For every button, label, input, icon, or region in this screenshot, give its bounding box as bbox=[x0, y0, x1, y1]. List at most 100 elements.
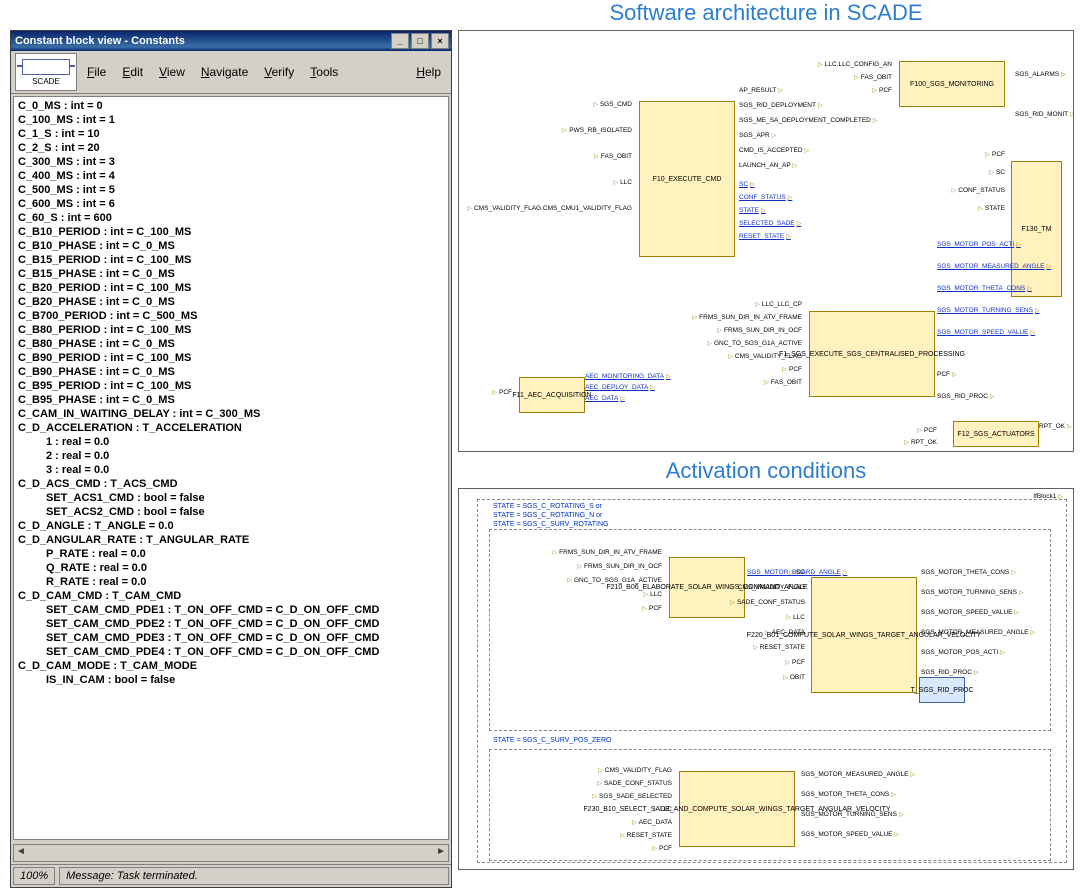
signal-label: AEC_MONITORING_DATA bbox=[585, 373, 671, 380]
constant-line[interactable]: C_600_MS : int = 6 bbox=[18, 197, 444, 211]
constant-line[interactable]: C_2_S : int = 20 bbox=[18, 141, 444, 155]
constant-line[interactable]: C_500_MS : int = 5 bbox=[18, 183, 444, 197]
signal-label: SGS_MOTOR_TURNING_SENS bbox=[921, 589, 1024, 596]
constant-line[interactable]: SET_CAM_CMD_PDE3 : T_ON_OFF_CMD = C_D_ON… bbox=[18, 631, 444, 645]
signal-label: PCF bbox=[872, 87, 894, 94]
signal-label: SGS_MOTOR_POS_ACTI bbox=[937, 241, 1021, 248]
signal-label: AEC_DEPLOY_DATA bbox=[585, 384, 655, 391]
signal-label: CONF_STATUS bbox=[952, 187, 1007, 194]
constant-line[interactable]: C_100_MS : int = 1 bbox=[18, 113, 444, 127]
constant-line[interactable]: 2 : real = 0.0 bbox=[18, 449, 444, 463]
menu-verify[interactable]: Verify bbox=[258, 65, 300, 79]
constant-line[interactable]: C_400_MS : int = 4 bbox=[18, 169, 444, 183]
constant-line[interactable]: SET_ACS2_CMD : bool = false bbox=[18, 505, 444, 519]
constant-line[interactable]: C_B15_PERIOD : int = C_100_MS bbox=[18, 253, 444, 267]
signal-label: PCF bbox=[917, 427, 939, 434]
signal-label: PCF bbox=[492, 389, 514, 396]
menu-help[interactable]: Help bbox=[410, 65, 447, 79]
signal-label: SGS_RID_PROC bbox=[937, 393, 995, 400]
signal-label: SC bbox=[739, 181, 755, 188]
node-f100[interactable]: F100_SGS_MONITORING bbox=[899, 61, 1005, 107]
menu-file[interactable]: File bbox=[81, 65, 112, 79]
menu-view[interactable]: View bbox=[153, 65, 191, 79]
constant-line[interactable]: C_D_CAM_CMD : T_CAM_CMD bbox=[18, 589, 444, 603]
menubar: SCADE File Edit View Navigate Verify Too… bbox=[11, 51, 451, 94]
constant-line[interactable]: C_B20_PHASE : int = C_0_MS bbox=[18, 295, 444, 309]
signal-label: FAS_OBIT bbox=[854, 74, 894, 81]
constant-line[interactable]: Q_RATE : real = 0.0 bbox=[18, 561, 444, 575]
constant-line[interactable]: C_D_ACCELERATION : T_ACCELERATION bbox=[18, 421, 444, 435]
activation-diagram[interactable]: IfBlock1 F210_B06_ELABORATE_SOLAR_WINGS_… bbox=[458, 488, 1074, 870]
constant-line[interactable]: C_D_ANGLE : T_ANGLE = 0.0 bbox=[18, 519, 444, 533]
constants-list[interactable]: C_0_MS : int = 0C_100_MS : int = 1C_1_S … bbox=[13, 96, 449, 840]
signal-label: LLC bbox=[643, 591, 664, 598]
maximize-button[interactable]: □ bbox=[411, 33, 429, 49]
constant-line[interactable]: 3 : real = 0.0 bbox=[18, 463, 444, 477]
window-title: Constant block view - Constants bbox=[15, 35, 389, 47]
constant-line[interactable]: C_B90_PHASE : int = C_0_MS bbox=[18, 365, 444, 379]
signal-label: GNC_TO_SGS_G1A_ACTIVE bbox=[567, 577, 664, 584]
signal-label: AEC_DATA bbox=[585, 395, 625, 402]
constant-line[interactable]: C_0_MS : int = 0 bbox=[18, 99, 444, 113]
constant-line[interactable]: C_D_ACS_CMD : T_ACS_CMD bbox=[18, 477, 444, 491]
constant-line[interactable]: C_300_MS : int = 3 bbox=[18, 155, 444, 169]
node-f130[interactable]: F130_TM bbox=[1011, 161, 1062, 297]
constant-line[interactable]: C_B95_PHASE : int = C_0_MS bbox=[18, 393, 444, 407]
signal-label: AEC_DATA bbox=[765, 629, 807, 636]
signal-label: SGS_MOTOR_MEASURED_ANGLE bbox=[937, 263, 1051, 270]
constant-line[interactable]: C_B700_PERIOD : int = C_500_MS bbox=[18, 309, 444, 323]
constant-line[interactable]: SET_ACS1_CMD : bool = false bbox=[18, 491, 444, 505]
signal-label: CMS_VALIDITY_FLAG bbox=[598, 767, 674, 774]
panel-label: IfBlock1 bbox=[1033, 493, 1063, 500]
constants-window: Constant block view - Constants _ □ × SC… bbox=[10, 30, 452, 888]
constant-line[interactable]: R_RATE : real = 0.0 bbox=[18, 575, 444, 589]
constant-line[interactable]: C_B95_PERIOD : int = C_100_MS bbox=[18, 379, 444, 393]
constant-line[interactable]: C_B80_PHASE : int = C_0_MS bbox=[18, 337, 444, 351]
constant-line[interactable]: P_RATE : real = 0.0 bbox=[18, 547, 444, 561]
constant-line[interactable]: SET_CAM_CMD_PDE4 : T_ON_OFF_CMD = C_D_ON… bbox=[18, 645, 444, 659]
signal-label: SGS_MOTOR_POS_ACTI bbox=[921, 649, 1005, 656]
menu-navigate[interactable]: Navigate bbox=[195, 65, 254, 79]
diagrams-pane: Software architecture in SCADE F10_EXECU… bbox=[452, 0, 1080, 888]
constant-line[interactable]: C_B10_PHASE : int = C_0_MS bbox=[18, 239, 444, 253]
signal-label: FRMS_SUN_DIR_IN_OCF bbox=[717, 327, 804, 334]
close-button[interactable]: × bbox=[431, 33, 449, 49]
signal-label: SGS_RID_DEPLOYMENT bbox=[739, 102, 823, 109]
minimize-button[interactable]: _ bbox=[391, 33, 409, 49]
constant-line[interactable]: C_D_ANGULAR_RATE : T_ANGULAR_RATE bbox=[18, 533, 444, 547]
constant-line[interactable]: C_D_CAM_MODE : T_CAM_MODE bbox=[18, 659, 444, 673]
constant-line[interactable]: C_B10_PERIOD : int = C_100_MS bbox=[18, 225, 444, 239]
node-f12[interactable]: F12_SGS_ACTUATORS bbox=[953, 421, 1039, 447]
node-f230[interactable]: F230_B10_SELECT_SADE_AND_COMPUTE_SOLAR_W… bbox=[679, 771, 795, 847]
signal-label: SGS_MOTOR_THETA_CONS bbox=[921, 569, 1016, 576]
signal-label: CMS_VALIDITY_FLAG bbox=[731, 584, 807, 591]
constant-line[interactable]: C_1_S : int = 10 bbox=[18, 127, 444, 141]
constant-line[interactable]: C_CAM_IN_WAITING_DELAY : int = C_300_MS bbox=[18, 407, 444, 421]
menu-tools[interactable]: Tools bbox=[304, 65, 344, 79]
signal-label: LLC bbox=[653, 806, 674, 813]
signal-label: FRMS_SUN_DIR_IN_ATV_FRAME bbox=[693, 314, 804, 321]
constant-line[interactable]: C_B80_PERIOD : int = C_100_MS bbox=[18, 323, 444, 337]
node-f11[interactable]: F11_AEC_ACQUISITION bbox=[519, 377, 585, 413]
constant-line[interactable]: C_B90_PERIOD : int = C_100_MS bbox=[18, 351, 444, 365]
constant-line[interactable]: C_B15_PHASE : int = C_0_MS bbox=[18, 267, 444, 281]
node-proc[interactable]: T_SGS_RID_PROC bbox=[919, 677, 965, 703]
node-f1[interactable]: F1_SGS_EXECUTE_SGS_CENTRALISED_PROCESSIN… bbox=[809, 311, 935, 397]
signal-label: STATE bbox=[978, 205, 1007, 212]
menu-edit[interactable]: Edit bbox=[116, 65, 149, 79]
signal-label: SC bbox=[989, 169, 1007, 176]
signal-label: SC bbox=[789, 569, 807, 576]
constant-line[interactable]: SET_CAM_CMD_PDE1 : T_ON_OFF_CMD = C_D_ON… bbox=[18, 603, 444, 617]
node-f220[interactable]: F220_B01_COMPUTE_SOLAR_WINGS_TARGET_ANGU… bbox=[811, 577, 917, 693]
architecture-diagram[interactable]: F10_EXECUTE_CMD F11_AEC_ACQUISITION F1_S… bbox=[458, 30, 1074, 452]
horizontal-scrollbar[interactable] bbox=[13, 844, 449, 862]
node-f10[interactable]: F10_EXECUTE_CMD bbox=[639, 101, 735, 257]
signal-label: FAS_OBIT bbox=[594, 153, 634, 160]
constant-line[interactable]: C_B20_PERIOD : int = C_100_MS bbox=[18, 281, 444, 295]
constant-line[interactable]: C_60_S : int = 600 bbox=[18, 211, 444, 225]
constant-line[interactable]: SET_CAM_CMD_PDE2 : T_ON_OFF_CMD = C_D_ON… bbox=[18, 617, 444, 631]
signal-label: SGS_APR bbox=[739, 132, 776, 139]
constant-line[interactable]: IS_IN_CAM : bool = false bbox=[18, 673, 444, 687]
scade-logo-label: SCADE bbox=[32, 77, 60, 86]
constant-line[interactable]: 1 : real = 0.0 bbox=[18, 435, 444, 449]
